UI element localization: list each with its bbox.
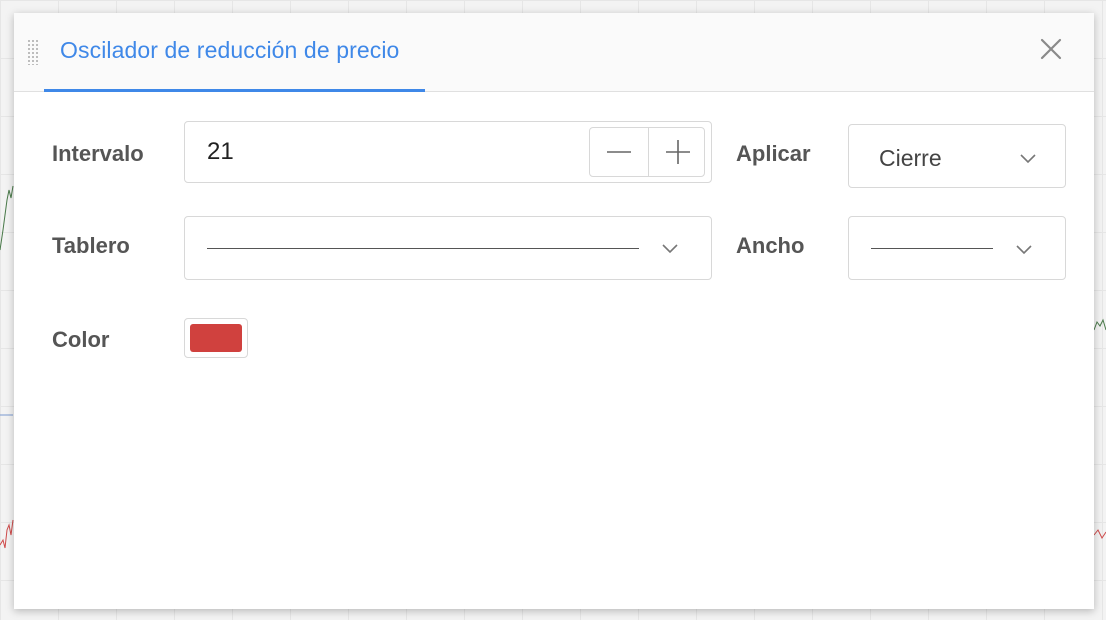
line-width-select[interactable] — [848, 216, 1066, 280]
decrement-button[interactable] — [590, 128, 648, 176]
apply-select[interactable]: Cierre — [848, 124, 1066, 188]
plus-icon — [666, 140, 690, 164]
close-icon[interactable] — [1038, 36, 1064, 62]
chevron-down-icon — [1016, 245, 1032, 255]
dialog-title: Oscilador de reducción de precio — [60, 37, 400, 63]
width-label: Ancho — [736, 233, 805, 258]
minus-icon — [607, 151, 631, 153]
interval-stepper — [589, 127, 705, 177]
drag-handle-icon[interactable] — [27, 39, 39, 65]
interval-input[interactable]: 21 — [184, 121, 712, 183]
solid-line-sample — [207, 248, 639, 249]
interval-label: Intervalo — [52, 141, 144, 166]
color-swatch — [190, 324, 242, 352]
interval-value[interactable]: 21 — [207, 138, 234, 166]
increment-button[interactable] — [648, 128, 707, 176]
chevron-down-icon — [662, 244, 678, 254]
color-label: Color — [52, 327, 110, 352]
thin-line-sample — [871, 248, 993, 249]
apply-selected-value: Cierre — [879, 145, 942, 171]
style-label: Tablero — [52, 233, 130, 258]
chevron-down-icon — [1020, 154, 1036, 164]
line-style-select[interactable] — [184, 216, 712, 280]
color-picker-button[interactable] — [184, 318, 248, 358]
dialog-header: Oscilador de reducción de precio — [14, 13, 1094, 92]
apply-label: Aplicar — [736, 141, 811, 166]
active-tab-indicator — [44, 89, 425, 92]
settings-dialog: Oscilador de reducción de precio Interva… — [14, 13, 1094, 609]
